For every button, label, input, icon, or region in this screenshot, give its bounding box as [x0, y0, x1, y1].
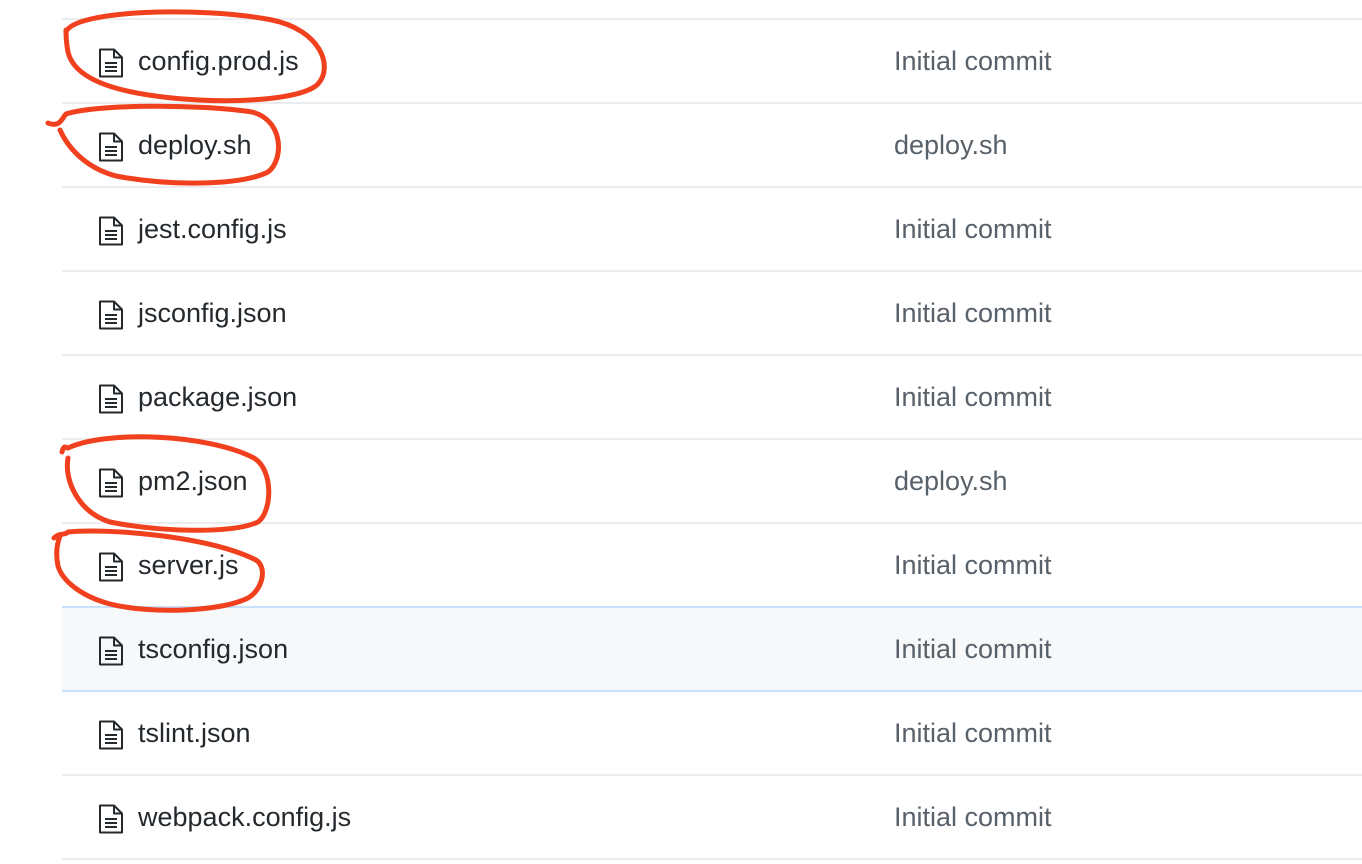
commit-message-link[interactable]: Initial commit [894, 608, 1052, 690]
commit-message-link[interactable]: Initial commit [894, 524, 1052, 606]
file-row-pm2-json[interactable]: pm2.json deploy.sh [62, 440, 1362, 524]
file-row-webpack-config-js[interactable]: webpack.config.js Initial commit [62, 776, 1362, 860]
file-row-package-json[interactable]: package.json Initial commit [62, 356, 1362, 440]
commit-message-link[interactable]: Initial commit [894, 356, 1052, 438]
file-row-jest-config-js[interactable]: jest.config.js Initial commit [62, 188, 1362, 272]
file-name-link[interactable]: server.js [138, 524, 239, 606]
file-text-icon [98, 636, 124, 666]
commit-message-link[interactable]: Initial commit [894, 692, 1052, 774]
file-name-link[interactable]: tsconfig.json [138, 608, 288, 690]
file-name-link[interactable]: config.prod.js [138, 20, 299, 102]
file-text-icon [98, 132, 124, 162]
file-list: config.prod.js Initial commit deploy.sh … [62, 18, 1362, 860]
file-row-tsconfig-json[interactable]: tsconfig.json Initial commit [62, 608, 1362, 692]
commit-message-link[interactable]: deploy.sh [894, 104, 1008, 186]
file-text-icon [98, 804, 124, 834]
file-row-jsconfig-json[interactable]: jsconfig.json Initial commit [62, 272, 1362, 356]
file-name-link[interactable]: pm2.json [138, 440, 248, 522]
commit-message-link[interactable]: deploy.sh [894, 440, 1008, 522]
file-name-link[interactable]: jest.config.js [138, 188, 287, 270]
file-text-icon [98, 300, 124, 330]
file-name-link[interactable]: tslint.json [138, 692, 251, 774]
file-text-icon [98, 384, 124, 414]
file-name-link[interactable]: deploy.sh [138, 104, 252, 186]
commit-message-link[interactable]: Initial commit [894, 20, 1052, 102]
file-name-link[interactable]: webpack.config.js [138, 776, 351, 858]
file-text-icon [98, 720, 124, 750]
file-name-link[interactable]: package.json [138, 356, 297, 438]
file-name-link[interactable]: jsconfig.json [138, 272, 287, 354]
commit-message-link[interactable]: Initial commit [894, 776, 1052, 858]
commit-message-link[interactable]: Initial commit [894, 188, 1052, 270]
file-text-icon [98, 48, 124, 78]
file-row-server-js[interactable]: server.js Initial commit [62, 524, 1362, 608]
file-row-tslint-json[interactable]: tslint.json Initial commit [62, 692, 1362, 776]
file-text-icon [98, 468, 124, 498]
file-row-config-prod-js[interactable]: config.prod.js Initial commit [62, 20, 1362, 104]
file-text-icon [98, 216, 124, 246]
file-row-deploy-sh[interactable]: deploy.sh deploy.sh [62, 104, 1362, 188]
file-text-icon [98, 552, 124, 582]
commit-message-link[interactable]: Initial commit [894, 272, 1052, 354]
